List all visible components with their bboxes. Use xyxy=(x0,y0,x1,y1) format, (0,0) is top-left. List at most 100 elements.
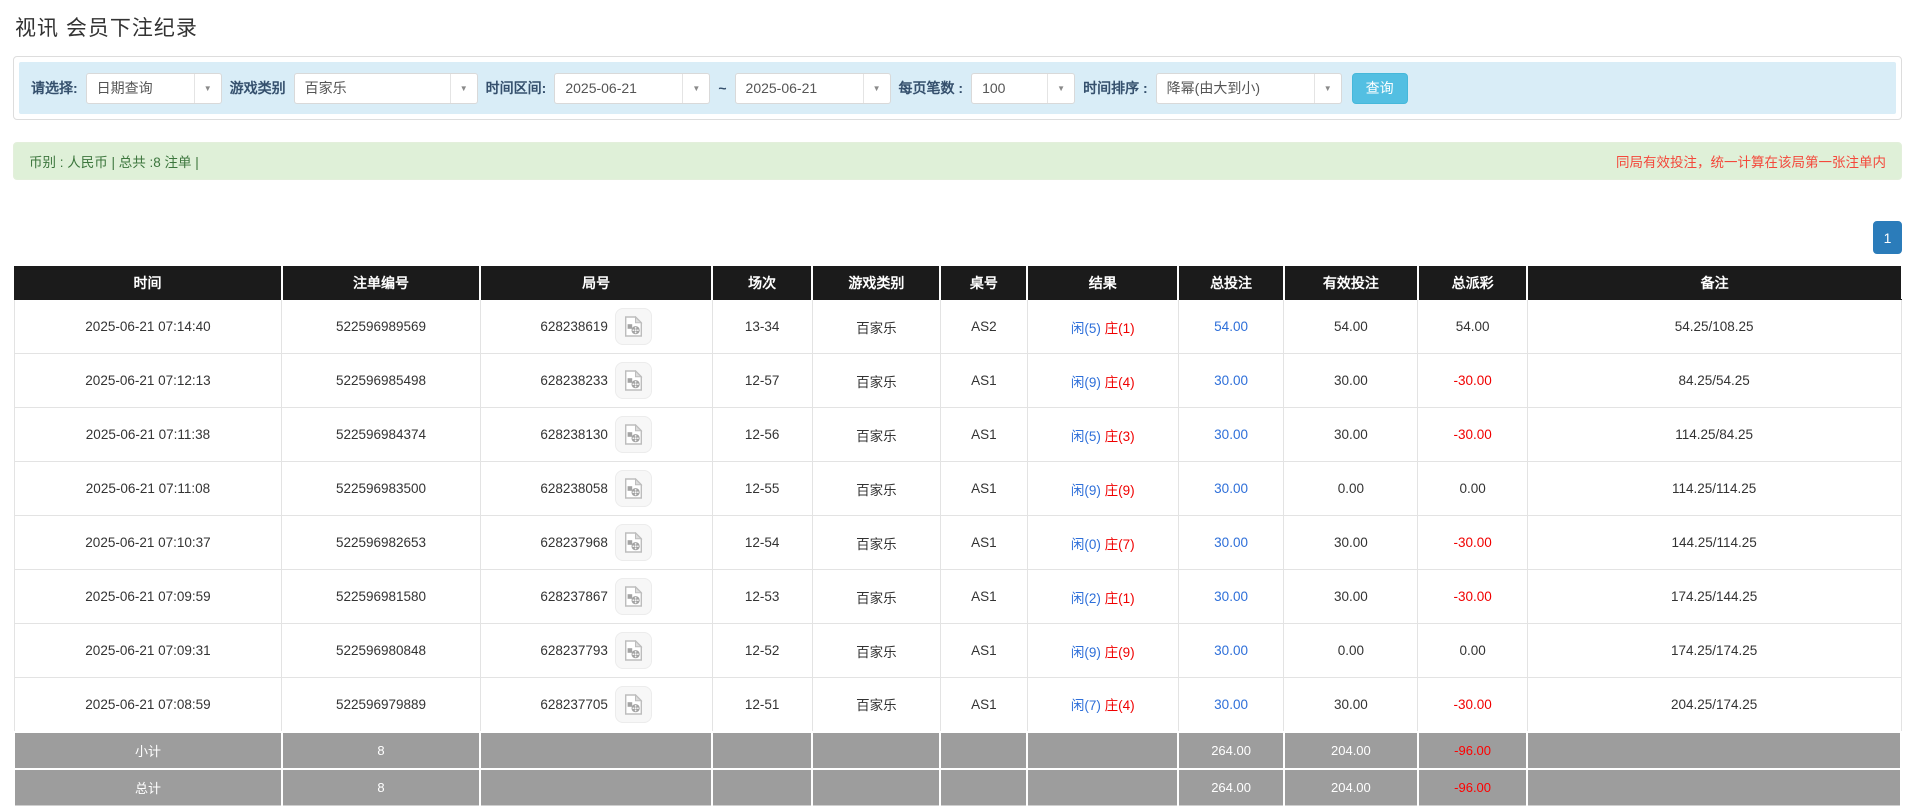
cell-round-id: 628238058 xyxy=(480,462,712,516)
cell-bet-id: 522596980848 xyxy=(282,624,480,678)
video-replay-button[interactable] xyxy=(615,578,652,615)
video-replay-button[interactable] xyxy=(615,308,652,345)
cell-round-id: 628237705 xyxy=(480,678,712,732)
video-replay-button[interactable] xyxy=(615,632,652,669)
page-1-button[interactable]: 1 xyxy=(1873,221,1902,254)
date-to-value: 2025-06-21 xyxy=(736,74,863,103)
banker-result: 庄(9) xyxy=(1105,645,1135,660)
query-type-select[interactable]: 日期查询 ▼ xyxy=(86,73,222,104)
summary-bar: 币别 : 人民币 | 总共 :8 注单 | 同局有效投注，统一计算在该局第一张注… xyxy=(13,142,1902,180)
banker-result: 庄(1) xyxy=(1105,591,1135,606)
video-replay-button[interactable] xyxy=(615,470,652,507)
col-header-remark: 备注 xyxy=(1527,267,1901,300)
total-bet-link[interactable]: 30.00 xyxy=(1214,481,1248,496)
cell-remark: 204.25/174.25 xyxy=(1527,678,1901,732)
cell-total-bet: 30.00 xyxy=(1178,408,1284,462)
filter-bar: 请选择: 日期查询 ▼ 游戏类别 百家乐 ▼ 时间区间: 2025-06-21 … xyxy=(19,62,1896,114)
col-header-round-id: 局号 xyxy=(480,267,712,300)
banker-result: 庄(9) xyxy=(1105,483,1135,498)
cell-game-type: 百家乐 xyxy=(812,678,940,732)
game-type-select[interactable]: 百家乐 ▼ xyxy=(294,73,478,104)
video-replay-button[interactable] xyxy=(615,362,652,399)
date-to-select[interactable]: 2025-06-21 ▼ xyxy=(735,73,891,104)
video-replay-button[interactable] xyxy=(615,686,652,723)
total-bet-link[interactable]: 30.00 xyxy=(1214,589,1248,604)
cell-total-bet: 30.00 xyxy=(1178,624,1284,678)
player-result: 闲(9) xyxy=(1071,645,1101,660)
cell-time: 2025-06-21 07:12:13 xyxy=(14,354,282,408)
page-size-select[interactable]: 100 ▼ xyxy=(971,73,1075,104)
cell-result: 闲(9) 庄(9) xyxy=(1027,462,1178,516)
player-result: 闲(0) xyxy=(1071,537,1101,552)
cell-session: 12-53 xyxy=(712,570,812,624)
total-bet-link[interactable]: 54.00 xyxy=(1214,319,1248,334)
subtotal-row: 小计 8 264.00 204.00 -96.00 xyxy=(14,732,1901,769)
cell-payout: 0.00 xyxy=(1418,624,1527,678)
subtotal-total-bet: 264.00 xyxy=(1178,732,1284,769)
cell-payout: -30.00 xyxy=(1418,408,1527,462)
banker-result: 庄(3) xyxy=(1105,429,1135,444)
video-file-icon xyxy=(624,424,643,445)
cell-table-no: AS1 xyxy=(940,462,1027,516)
total-payout: -96.00 xyxy=(1418,769,1527,806)
banker-result: 庄(4) xyxy=(1105,375,1135,390)
player-result: 闲(7) xyxy=(1071,698,1101,713)
cell-total-bet: 54.00 xyxy=(1178,300,1284,354)
cell-valid-bet: 30.00 xyxy=(1284,570,1418,624)
video-replay-button[interactable] xyxy=(615,524,652,561)
total-bet-link[interactable]: 30.00 xyxy=(1214,373,1248,388)
chevron-down-icon: ▼ xyxy=(194,74,221,103)
chevron-down-icon: ▼ xyxy=(1314,74,1341,103)
cell-game-type: 百家乐 xyxy=(812,462,940,516)
time-range-label: 时间区间: xyxy=(486,78,547,98)
total-bet-link[interactable]: 30.00 xyxy=(1214,535,1248,550)
total-bet-link[interactable]: 30.00 xyxy=(1214,643,1248,658)
total-bet-link[interactable]: 30.00 xyxy=(1214,427,1248,442)
game-type-label: 游戏类别 xyxy=(230,78,286,98)
player-result: 闲(5) xyxy=(1071,321,1101,336)
total-label: 总计 xyxy=(14,769,282,806)
cell-table-no: AS1 xyxy=(940,354,1027,408)
page-size-label: 每页笔数 : xyxy=(899,78,964,98)
total-bet-link[interactable]: 30.00 xyxy=(1214,697,1248,712)
video-file-icon xyxy=(624,370,643,391)
pagination: 1 xyxy=(13,221,1902,254)
cell-remark: 84.25/54.25 xyxy=(1527,354,1901,408)
cell-table-no: AS2 xyxy=(940,300,1027,354)
player-result: 闲(2) xyxy=(1071,591,1101,606)
col-header-result: 结果 xyxy=(1027,267,1178,300)
cell-game-type: 百家乐 xyxy=(812,408,940,462)
table-row: 2025-06-21 07:09:59 522596981580 6282378… xyxy=(14,570,1901,624)
round-id-text: 628238058 xyxy=(540,481,608,496)
cell-remark: 144.25/114.25 xyxy=(1527,516,1901,570)
cell-remark: 114.25/114.25 xyxy=(1527,462,1901,516)
table-row: 2025-06-21 07:14:40 522596989569 6282386… xyxy=(14,300,1901,354)
search-button[interactable]: 查询 xyxy=(1352,73,1408,104)
video-file-icon xyxy=(624,532,643,553)
round-id-text: 628237968 xyxy=(540,535,608,550)
date-from-select[interactable]: 2025-06-21 ▼ xyxy=(554,73,710,104)
cell-remark: 114.25/84.25 xyxy=(1527,408,1901,462)
chevron-down-icon: ▼ xyxy=(863,74,890,103)
cell-total-bet: 30.00 xyxy=(1178,678,1284,732)
cell-result: 闲(7) 庄(4) xyxy=(1027,678,1178,732)
cell-bet-id: 522596983500 xyxy=(282,462,480,516)
col-header-game-type: 游戏类别 xyxy=(812,267,940,300)
cell-round-id: 628237968 xyxy=(480,516,712,570)
cell-valid-bet: 30.00 xyxy=(1284,408,1418,462)
cell-total-bet: 30.00 xyxy=(1178,516,1284,570)
total-row: 总计 8 264.00 204.00 -96.00 xyxy=(14,769,1901,806)
video-file-icon xyxy=(624,640,643,661)
cell-round-id: 628237793 xyxy=(480,624,712,678)
sort-order-value: 降幂(由大到小) xyxy=(1157,74,1314,103)
table-row: 2025-06-21 07:11:08 522596983500 6282380… xyxy=(14,462,1901,516)
subtotal-count: 8 xyxy=(282,732,480,769)
cell-time: 2025-06-21 07:09:31 xyxy=(14,624,282,678)
video-replay-button[interactable] xyxy=(615,416,652,453)
currency-total-text: 币别 : 人民币 | 总共 :8 注单 | xyxy=(29,151,199,171)
sort-order-select[interactable]: 降幂(由大到小) ▼ xyxy=(1156,73,1342,104)
table-header-row: 时间 注单编号 局号 场次 游戏类别 桌号 结果 总投注 有效投注 总派彩 备注 xyxy=(14,267,1901,300)
query-type-label: 请选择: xyxy=(31,78,78,98)
filter-panel: 请选择: 日期查询 ▼ 游戏类别 百家乐 ▼ 时间区间: 2025-06-21 … xyxy=(13,56,1902,120)
cell-session: 13-34 xyxy=(712,300,812,354)
